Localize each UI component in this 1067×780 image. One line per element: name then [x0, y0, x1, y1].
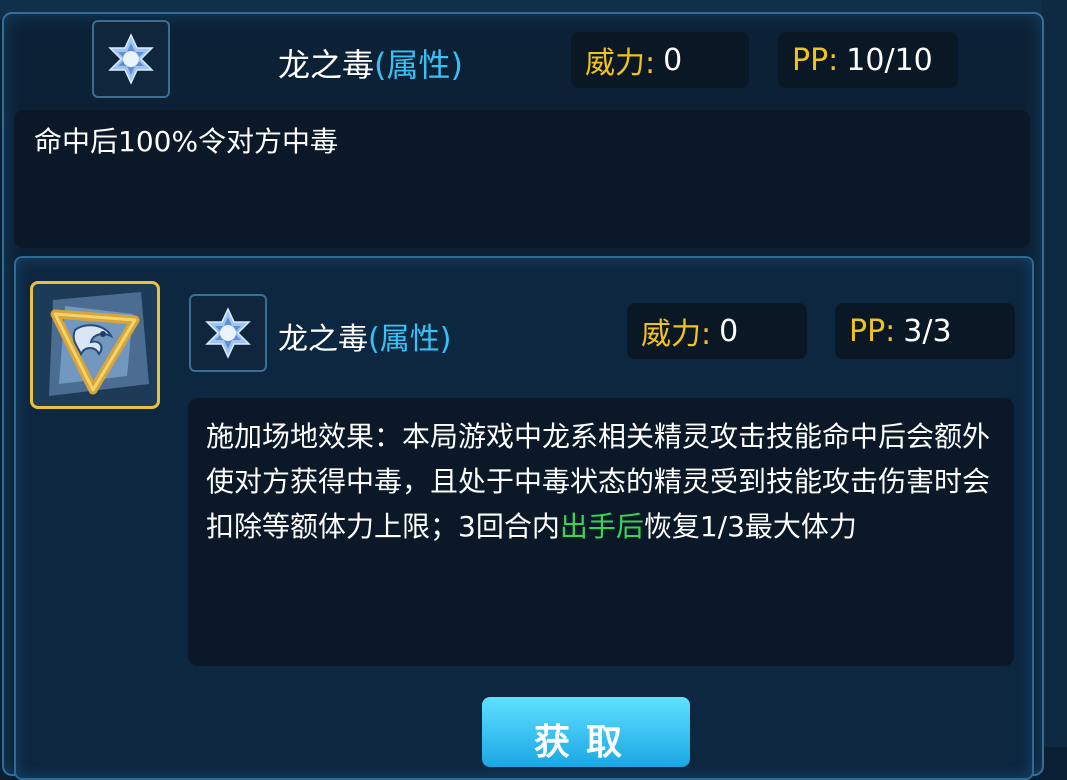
power-box-2: 威力: 0 [627, 303, 807, 359]
pp-value: 3/3 [903, 313, 952, 349]
power-label: 威力: [641, 317, 712, 352]
skill-description: 命中后100%令对方中毒 [14, 110, 1030, 248]
skill-title: 龙之毒(属性) [278, 40, 463, 86]
type-icon-frame [92, 20, 170, 98]
effect-text-end: 恢复1/3最大体力 [643, 510, 857, 543]
get-button[interactable]: 获取 [482, 697, 690, 767]
skill-category: (属性) [374, 46, 463, 84]
effect-highlight: 出手后 [559, 510, 644, 543]
skill-effect-description: 施加场地效果：本局游戏中龙系相关精灵攻击技能命中后会额外使对方获得中毒，且处于中… [188, 398, 1014, 666]
star-crystal-icon [205, 307, 251, 359]
power-value: 0 [719, 313, 739, 349]
skill-title-2: 龙之毒(属性) [278, 314, 451, 358]
power-label: 威力: [585, 46, 656, 81]
power-value: 0 [663, 42, 683, 78]
star-crystal-icon [108, 33, 154, 85]
pp-box: PP: 10/10 [778, 32, 958, 88]
dragon-poison-emblem-icon[interactable] [30, 281, 160, 409]
background-edge [1041, 0, 1067, 747]
skill-name: 龙之毒 [278, 322, 368, 357]
power-box: 威力: 0 [571, 32, 749, 88]
pp-label: PP: [849, 313, 896, 349]
pp-box-2: PP: 3/3 [835, 303, 1015, 359]
skill-category: (属性) [368, 322, 452, 357]
type-icon-frame-2 [189, 294, 267, 372]
pp-value: 10/10 [846, 42, 933, 78]
pp-label: PP: [792, 42, 839, 78]
skill-name: 龙之毒 [278, 46, 375, 84]
